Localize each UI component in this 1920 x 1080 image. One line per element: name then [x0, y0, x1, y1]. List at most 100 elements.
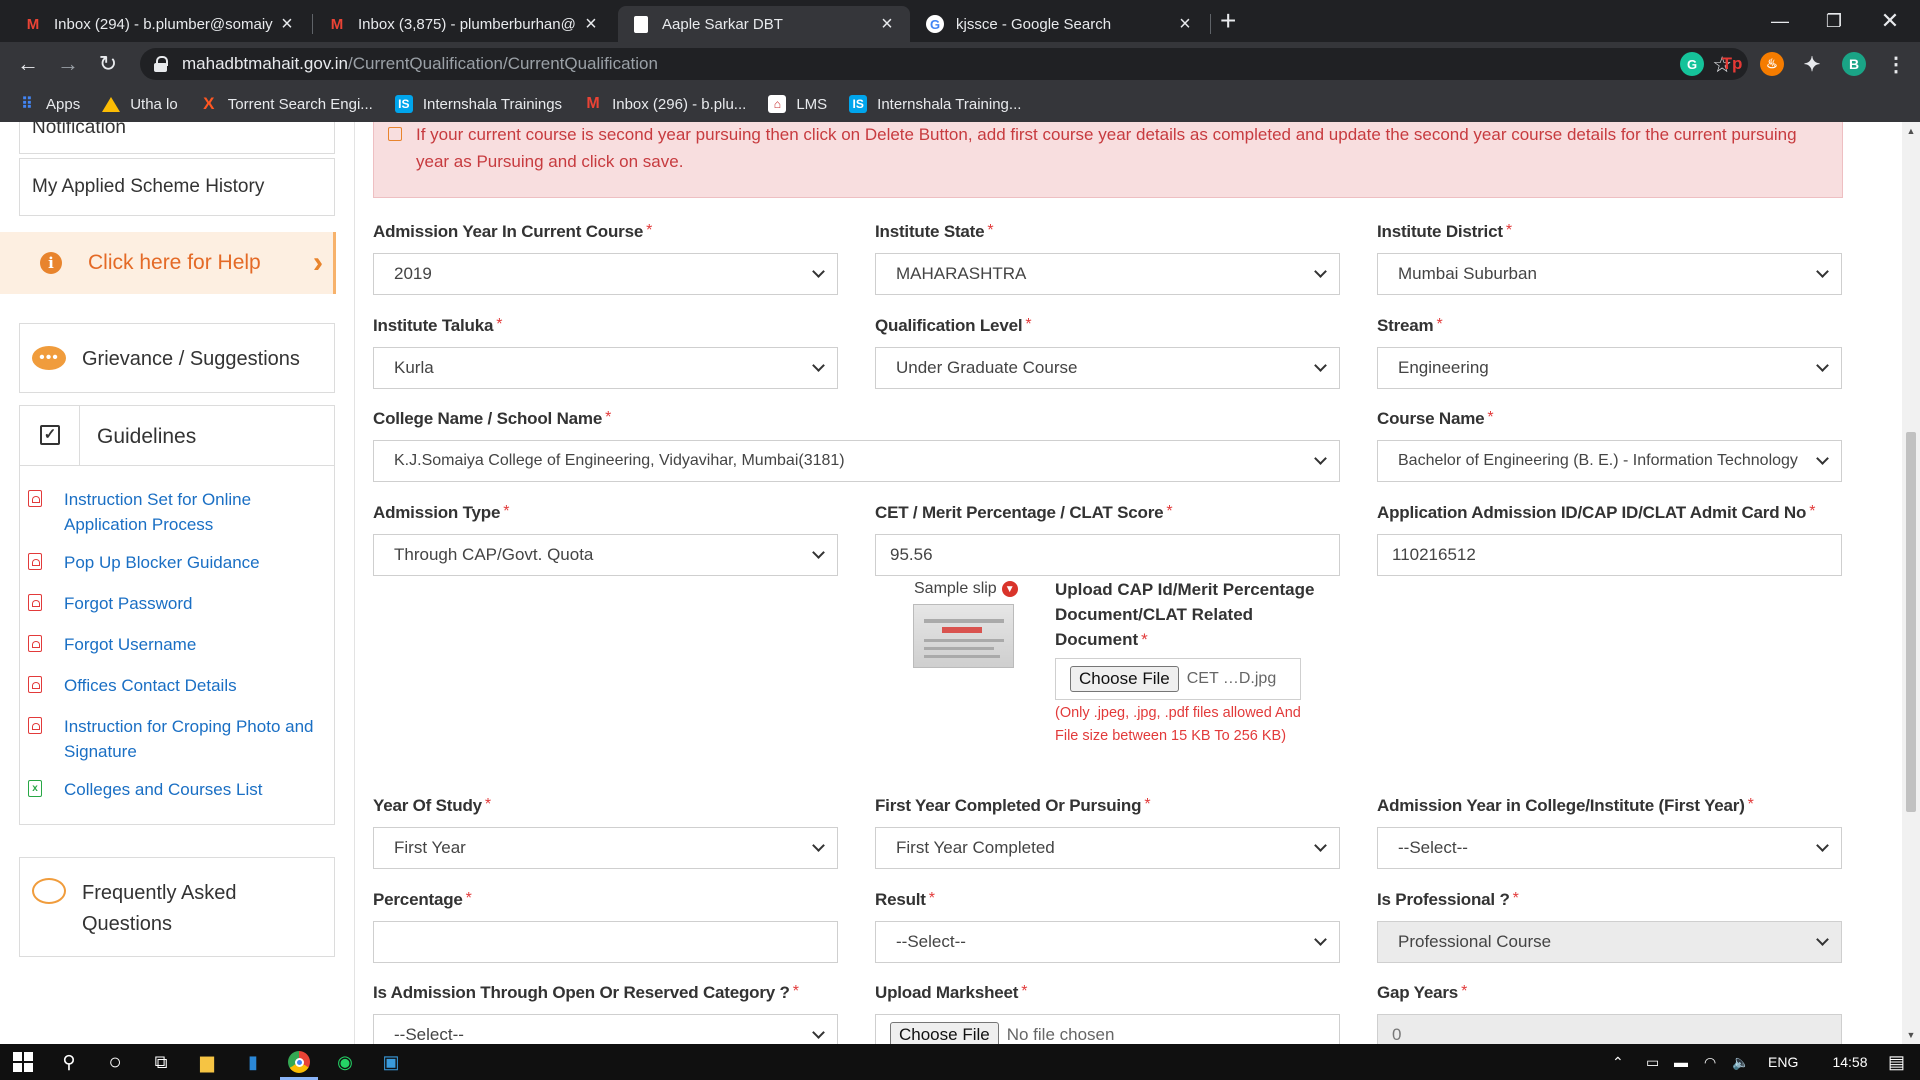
percentage-input[interactable]: [373, 921, 838, 963]
pdf-icon: [28, 717, 42, 734]
bookmark-utha-lo[interactable]: Utha lo: [102, 95, 178, 113]
admission-year-college-select[interactable]: --Select--: [1377, 827, 1842, 869]
faq-chat-icon: [32, 878, 66, 904]
forward-icon[interactable]: →: [54, 50, 82, 78]
extensions-puzzle-icon[interactable]: ✦: [1800, 52, 1824, 76]
battery-icon[interactable]: ▬: [1674, 1044, 1688, 1080]
institute-taluka-select[interactable]: Kurla: [373, 347, 838, 389]
new-tab-button[interactable]: +: [1220, 6, 1236, 36]
stream-select[interactable]: Engineering: [1377, 347, 1842, 389]
chat-bubble-icon: •••: [32, 346, 66, 370]
fire-extension-icon[interactable]: ♨: [1760, 52, 1784, 76]
upload-marksheet-file-input[interactable]: Choose File No file chosen: [875, 1014, 1340, 1044]
search-icon[interactable]: ⚲: [46, 1044, 92, 1080]
notifications-icon[interactable]: ▤: [1888, 1044, 1905, 1080]
window-close-icon[interactable]: ✕: [1866, 0, 1914, 42]
category-select[interactable]: --Select--: [373, 1014, 838, 1044]
sidebar-item-notification[interactable]: Notification: [19, 122, 335, 154]
cet-score-input[interactable]: 95.56: [875, 534, 1340, 576]
guideline-forgot-password[interactable]: Forgot Password: [28, 591, 324, 616]
tab-gmail-2[interactable]: M Inbox (3,875) - plumberburhan@ ×: [314, 6, 614, 42]
help-banner[interactable]: i Click here for Help ››: [0, 232, 336, 294]
reload-icon[interactable]: ↻: [94, 50, 122, 78]
cortana-icon[interactable]: ○: [92, 1044, 138, 1080]
browser-toolbar: ← → ↻ mahadbtmahait.gov.in/CurrentQualif…: [0, 42, 1920, 86]
scroll-up-icon[interactable]: ▲: [1906, 126, 1916, 136]
scroll-down-icon[interactable]: ▼: [1906, 1030, 1916, 1040]
sidebar-item-faq[interactable]: Frequently Asked Questions: [19, 857, 335, 957]
page-scrollbar[interactable]: ▲ ▼: [1902, 122, 1920, 1044]
admission-type-select[interactable]: Through CAP/Govt. Quota: [373, 534, 838, 576]
photos-icon[interactable]: ▣: [368, 1044, 414, 1080]
chevron-down-circle-icon[interactable]: ▼: [1001, 581, 1018, 597]
profile-avatar[interactable]: B: [1842, 52, 1866, 76]
close-icon[interactable]: ×: [278, 13, 296, 36]
institute-district-select[interactable]: Mumbai Suburban: [1377, 253, 1842, 295]
tab-gmail-1[interactable]: M Inbox (294) - b.plumber@somaiy ×: [10, 6, 310, 42]
guideline-colleges-list[interactable]: x Colleges and Courses List: [28, 777, 324, 802]
chevron-down-icon: [1314, 933, 1327, 946]
choose-file-button[interactable]: Choose File: [1070, 666, 1179, 692]
address-bar[interactable]: mahadbtmahait.gov.in/CurrentQualificatio…: [140, 48, 1748, 80]
is-professional-select[interactable]: Professional Course: [1377, 921, 1842, 963]
gap-years-input[interactable]: 0: [1377, 1014, 1842, 1044]
guideline-offices-contact[interactable]: Offices Contact Details: [28, 673, 324, 698]
minimize-icon[interactable]: —: [1756, 0, 1804, 42]
close-icon[interactable]: ×: [582, 13, 600, 36]
word-icon[interactable]: ▮: [230, 1044, 276, 1080]
bookmark-internshala-training[interactable]: IS Internshala Training...: [849, 95, 1021, 113]
institute-state-select[interactable]: MAHARASHTRA: [875, 253, 1340, 295]
volume-icon[interactable]: 🔈: [1732, 1044, 1749, 1080]
label-institute-district: Institute District *: [1377, 222, 1512, 241]
wifi-icon[interactable]: ◠: [1704, 1044, 1716, 1080]
guideline-cropping-photo[interactable]: Instruction for Croping Photo and Signat…: [28, 714, 324, 764]
scrollbar-thumb[interactable]: [1906, 432, 1916, 812]
internshala-icon: IS: [394, 95, 413, 113]
bookmark-lms[interactable]: ⌂ LMS: [768, 95, 827, 113]
guideline-instruction-set[interactable]: Instruction Set for Online Application P…: [28, 487, 324, 537]
meet-now-icon[interactable]: ▭: [1646, 1044, 1659, 1080]
grammarly-icon[interactable]: G: [1680, 52, 1704, 76]
admission-year-select[interactable]: 2019: [373, 253, 838, 295]
course-name-select[interactable]: Bachelor of Engineering (B. E.) - Inform…: [1377, 440, 1842, 482]
bookmark-internshala[interactable]: IS Internshala Trainings: [394, 95, 562, 113]
guideline-forgot-username[interactable]: Forgot Username: [28, 632, 324, 657]
qualification-level-select[interactable]: Under Graduate Course: [875, 347, 1340, 389]
show-hidden-icons[interactable]: ⌃: [1612, 1044, 1624, 1080]
tab-aaple-sarkar[interactable]: Aaple Sarkar DBT ×: [618, 6, 910, 42]
language-indicator[interactable]: ENG: [1768, 1044, 1798, 1080]
label-admission-year-college: Admission Year in College/Institute (Fir…: [1377, 796, 1754, 815]
pdf-icon: [28, 594, 42, 611]
sample-slip-thumbnail[interactable]: [913, 604, 1014, 668]
tab-google-search[interactable]: G kjssce - Google Search ×: [912, 6, 1208, 42]
result-select[interactable]: --Select--: [875, 921, 1340, 963]
whatsapp-icon[interactable]: ◉: [322, 1044, 368, 1080]
bookmark-apps[interactable]: ⠿ Apps: [18, 95, 80, 114]
task-view-icon[interactable]: ⧉: [138, 1044, 184, 1080]
guideline-popup-blocker[interactable]: Pop Up Blocker Guidance: [28, 550, 324, 575]
menu-kebab-icon[interactable]: ⋮: [1884, 52, 1908, 76]
chrome-icon[interactable]: [276, 1044, 322, 1080]
label-result: Result *: [875, 890, 935, 909]
tp-extension-icon[interactable]: Tp: [1720, 52, 1744, 76]
clock[interactable]: 14:58: [1812, 1044, 1888, 1080]
upload-cap-file-input[interactable]: Choose File CET …D.jpg: [1055, 658, 1301, 700]
file-explorer-icon[interactable]: ▆: [184, 1044, 230, 1080]
close-icon[interactable]: ×: [878, 13, 896, 36]
restore-icon[interactable]: ❐: [1810, 0, 1858, 42]
sidebar-item-grievance[interactable]: ••• Grievance / Suggestions: [19, 323, 335, 393]
choose-file-button[interactable]: Choose File: [890, 1022, 999, 1044]
admission-id-input[interactable]: 110216512: [1377, 534, 1842, 576]
year-of-study-select[interactable]: First Year: [373, 827, 838, 869]
close-icon[interactable]: ×: [1176, 13, 1194, 36]
college-name-select[interactable]: K.J.Somaiya College of Engineering, Vidy…: [373, 440, 1340, 482]
help-link[interactable]: Click here for Help: [88, 251, 261, 275]
label-gap-years: Gap Years *: [1377, 983, 1468, 1002]
gmail-icon: M: [26, 15, 40, 33]
bookmark-torrent[interactable]: X Torrent Search Engi...: [200, 94, 373, 113]
sidebar-item-history[interactable]: My Applied Scheme History: [19, 158, 335, 216]
windows-start-icon[interactable]: [0, 1044, 46, 1080]
first-year-status-select[interactable]: First Year Completed: [875, 827, 1340, 869]
back-icon[interactable]: ←: [14, 50, 42, 78]
bookmark-inbox[interactable]: M Inbox (296) - b.plu...: [584, 95, 746, 113]
